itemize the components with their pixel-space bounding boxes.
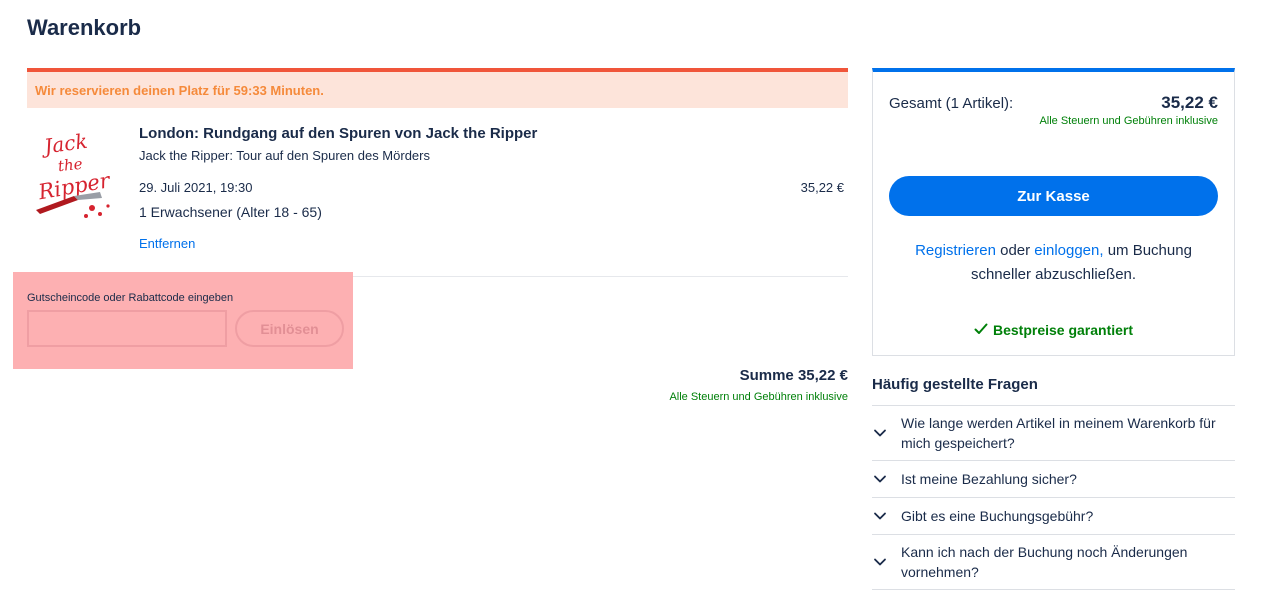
booking-date: 29. Juli 2021, 19:30 xyxy=(139,180,253,195)
order-summary-card: Gesamt (1 Artikel): 35,22 € Alle Steuern… xyxy=(872,68,1235,356)
register-link[interactable]: Registrieren xyxy=(915,242,996,259)
chevron-down-icon xyxy=(874,558,886,566)
chevron-down-icon xyxy=(874,512,886,520)
jack-the-ripper-logo: Jack the Ripper xyxy=(36,129,113,218)
total-tax-note: Alle Steuern und Gebühren inklusive xyxy=(1039,115,1218,127)
product-title[interactable]: London: Rundgang auf den Spuren von Jack… xyxy=(139,125,537,142)
checkout-button[interactable]: Zur Kasse xyxy=(889,176,1218,216)
sum-total: Summe 35,22 € xyxy=(739,367,848,384)
faq-item[interactable]: Gibt es eine Buchungsgebühr? xyxy=(872,498,1235,535)
best-price-text: Bestpreise garantiert xyxy=(992,322,1134,338)
chevron-down-icon xyxy=(874,429,886,437)
faq-question: Wie lange werden Artikel in meinem Waren… xyxy=(901,415,1216,451)
faq-title: Häufig gestellte Fragen xyxy=(872,376,1038,393)
faq-question: Gibt es eine Buchungsgebühr? xyxy=(901,508,1094,524)
page-title: Warenkorb xyxy=(27,15,142,40)
promo-code-label: Gutscheincode oder Rabattcode eingeben xyxy=(27,292,234,304)
faq-item[interactable]: Ist meine Bezahlung sicher? xyxy=(872,461,1235,498)
sum-tax-note: Alle Steuern und Gebühren inklusive xyxy=(669,391,848,403)
product-subtitle: Jack the Ripper: Tour auf den Spuren des… xyxy=(139,148,430,163)
check-icon xyxy=(974,323,988,334)
remove-item-link[interactable]: Entfernen xyxy=(139,236,195,251)
redeem-button[interactable]: Einlösen xyxy=(235,310,344,347)
faq-item[interactable]: Wie lange werden Artikel in meinem Waren… xyxy=(872,406,1235,461)
faq-question: Kann ich nach der Buchung noch Änderunge… xyxy=(901,544,1188,580)
login-link[interactable]: einloggen, xyxy=(1034,242,1103,259)
total-label: Gesamt (1 Artikel): xyxy=(889,95,1014,112)
faq-item[interactable]: Kann ich nach der Buchung noch Änderunge… xyxy=(872,535,1235,590)
faq-question: Ist meine Bezahlung sicher? xyxy=(901,471,1077,487)
or-text: oder xyxy=(995,242,1035,259)
reservation-timer-banner: Wir reservieren deinen Platz für 59:33 M… xyxy=(27,68,848,108)
svg-text:the: the xyxy=(57,155,83,175)
chevron-down-icon xyxy=(874,475,886,483)
participants: 1 Erwachsener (Alter 18 - 65) xyxy=(139,204,322,220)
promo-code-input[interactable] xyxy=(27,310,227,347)
best-price-guarantee: Bestpreise garantiert xyxy=(873,322,1234,338)
reservation-timer-text: Wir reservieren deinen Platz für 59:33 M… xyxy=(35,83,324,98)
item-price: 35,22 € xyxy=(800,180,844,195)
signin-prompt: Registrieren oder einloggen, um Buchung … xyxy=(889,239,1218,287)
total-value: 35,22 € xyxy=(1161,93,1218,112)
faq-list: Wie lange werden Artikel in meinem Waren… xyxy=(872,405,1235,590)
product-image[interactable]: Jack the Ripper xyxy=(30,122,122,222)
